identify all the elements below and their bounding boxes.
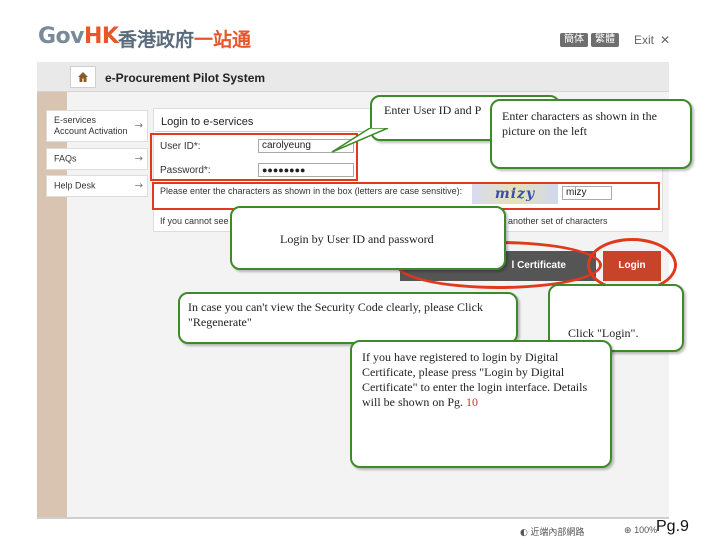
arrow-right-icon: → xyxy=(134,153,143,165)
exit-label: Exit xyxy=(634,33,655,47)
sidebar-item-account-activation[interactable]: E-services Account Activation → xyxy=(46,110,148,142)
zoom-icon: ⊕ xyxy=(624,526,632,536)
callout-digital-cert-info: If you have registered to login by Digit… xyxy=(350,340,612,468)
house-icon xyxy=(78,72,88,82)
callout-digital-cert-text: If you have registered to login by Digit… xyxy=(362,350,608,410)
sidebar-item-label: Help Desk xyxy=(54,180,96,191)
logo-chinese-title: 香港政府一站通 xyxy=(118,25,251,52)
page-number: Pg.9 xyxy=(656,518,689,535)
cannot-see-text: If you cannot see xyxy=(160,216,229,226)
traditional-chinese-button[interactable]: 繁體 xyxy=(591,33,619,47)
status-zoom[interactable]: ⊕ 100% xyxy=(624,525,657,536)
sidebar-item-help-desk[interactable]: Help Desk → xyxy=(46,175,148,197)
user-id-password-highlight xyxy=(150,133,358,181)
callout-enter-characters-text: Enter characters as shown in the picture… xyxy=(502,109,657,138)
regenerate-link-text[interactable]: another set of characters xyxy=(508,216,608,226)
sidebar-item-faqs[interactable]: FAQs → xyxy=(46,148,148,170)
callout-login-by-id-text: Login by User ID and password xyxy=(280,232,434,246)
footer-divider xyxy=(37,517,669,519)
exit-button[interactable]: Exit ✕ xyxy=(634,33,670,47)
globe-icon: ◐ xyxy=(520,528,528,538)
sidebar-label-line1: E-services xyxy=(54,115,97,125)
sidebar-item-label: FAQs xyxy=(54,153,77,164)
logo-gov-text: Gov xyxy=(38,24,85,49)
callout-digital-cert-page-ref: 10 xyxy=(466,395,479,409)
callout-regenerate: In case you can't view the Security Code… xyxy=(178,292,518,344)
logo-hk-text: HK xyxy=(84,24,119,49)
sidebar-label-line2: Account Activation xyxy=(54,126,128,136)
callout-click-login-text: Click "Login". xyxy=(568,326,639,340)
logo-cn-main: 香港政府 xyxy=(118,29,195,51)
logo-cn-red: 一站通 xyxy=(194,29,252,51)
status-zone-text: ◐ 近端內部網路 xyxy=(520,525,584,538)
status-zone-label: 近端內部網路 xyxy=(530,527,585,537)
sidebar-item-label: E-services Account Activation xyxy=(54,115,128,137)
callout-tail xyxy=(331,128,389,153)
system-title: e-Procurement Pilot System xyxy=(105,71,266,85)
close-icon: ✕ xyxy=(660,33,671,47)
callout-enter-user-id-text: Enter User ID and P xyxy=(384,103,482,117)
zoom-level: 100% xyxy=(634,525,658,535)
simplified-chinese-button[interactable]: 簡体 xyxy=(560,33,588,47)
callout-regenerate-text: In case you can't view the Security Code… xyxy=(188,300,483,329)
arrow-right-icon: → xyxy=(134,180,143,192)
govhk-logo[interactable]: GovHK xyxy=(38,24,119,49)
callout-login-by-id: Login by User ID and password xyxy=(230,206,506,270)
arrow-right-icon: → xyxy=(134,120,143,132)
callout-enter-characters: Enter characters as shown in the picture… xyxy=(490,99,692,169)
login-title: Login to e-services xyxy=(161,116,254,128)
